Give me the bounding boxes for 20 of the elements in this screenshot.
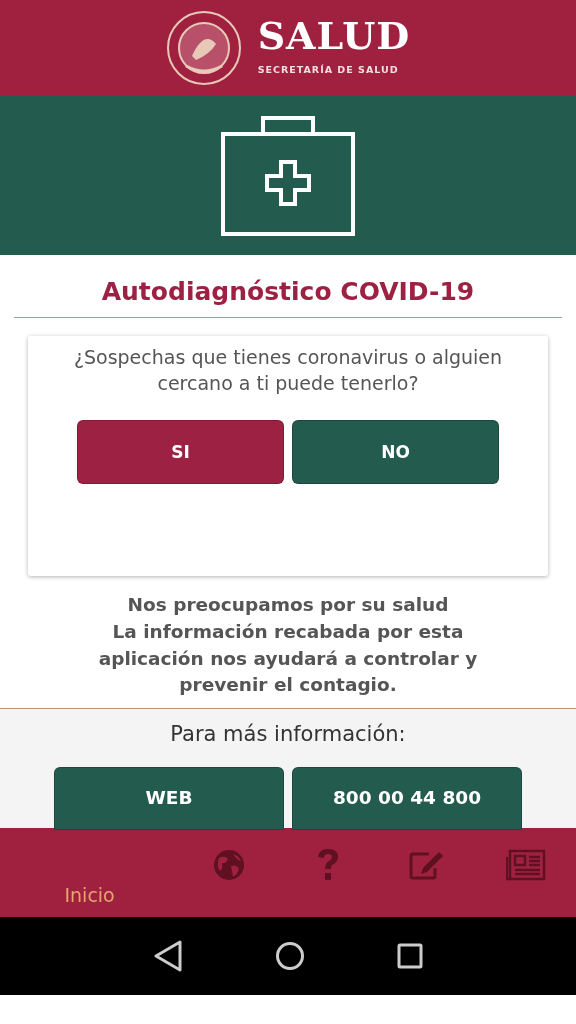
app-subtitle: SECRETARÍA DE SALUD: [257, 63, 400, 78]
message-text: La información recabada por esta aplicación nos ayudará a controlar y prevenir el contagio.: [97, 619, 479, 698]
recents-icon[interactable]: [397, 943, 423, 969]
help-icon[interactable]: [316, 847, 340, 882]
info-label: Para más información:: [169, 721, 407, 748]
info-button[interactable]: WEB: [54, 766, 284, 830]
app-title: SALUD: [257, 17, 411, 56]
page-title: Autodiagnóstico COVID-19: [100, 276, 476, 308]
message-text: Nos preocupamos por su salud: [126, 593, 450, 617]
info-button[interactable]: 800 00 44 800: [292, 766, 522, 830]
question-text: ¿Sospechas que tienes coronavirus o alguien cercano a ti puede tenerlo?: [72, 345, 504, 397]
answer-button[interactable]: SI: [77, 420, 284, 485]
answer-button[interactable]: NO: [292, 420, 499, 485]
home-tab[interactable]: Inicio: [64, 880, 115, 909]
medical-kit-icon: [221, 114, 355, 236]
newspaper-icon[interactable]: [506, 848, 547, 881]
edit-icon[interactable]: [409, 849, 446, 880]
globe-icon[interactable]: [212, 848, 245, 881]
home-icon[interactable]: [275, 941, 305, 971]
back-icon[interactable]: [153, 940, 183, 972]
